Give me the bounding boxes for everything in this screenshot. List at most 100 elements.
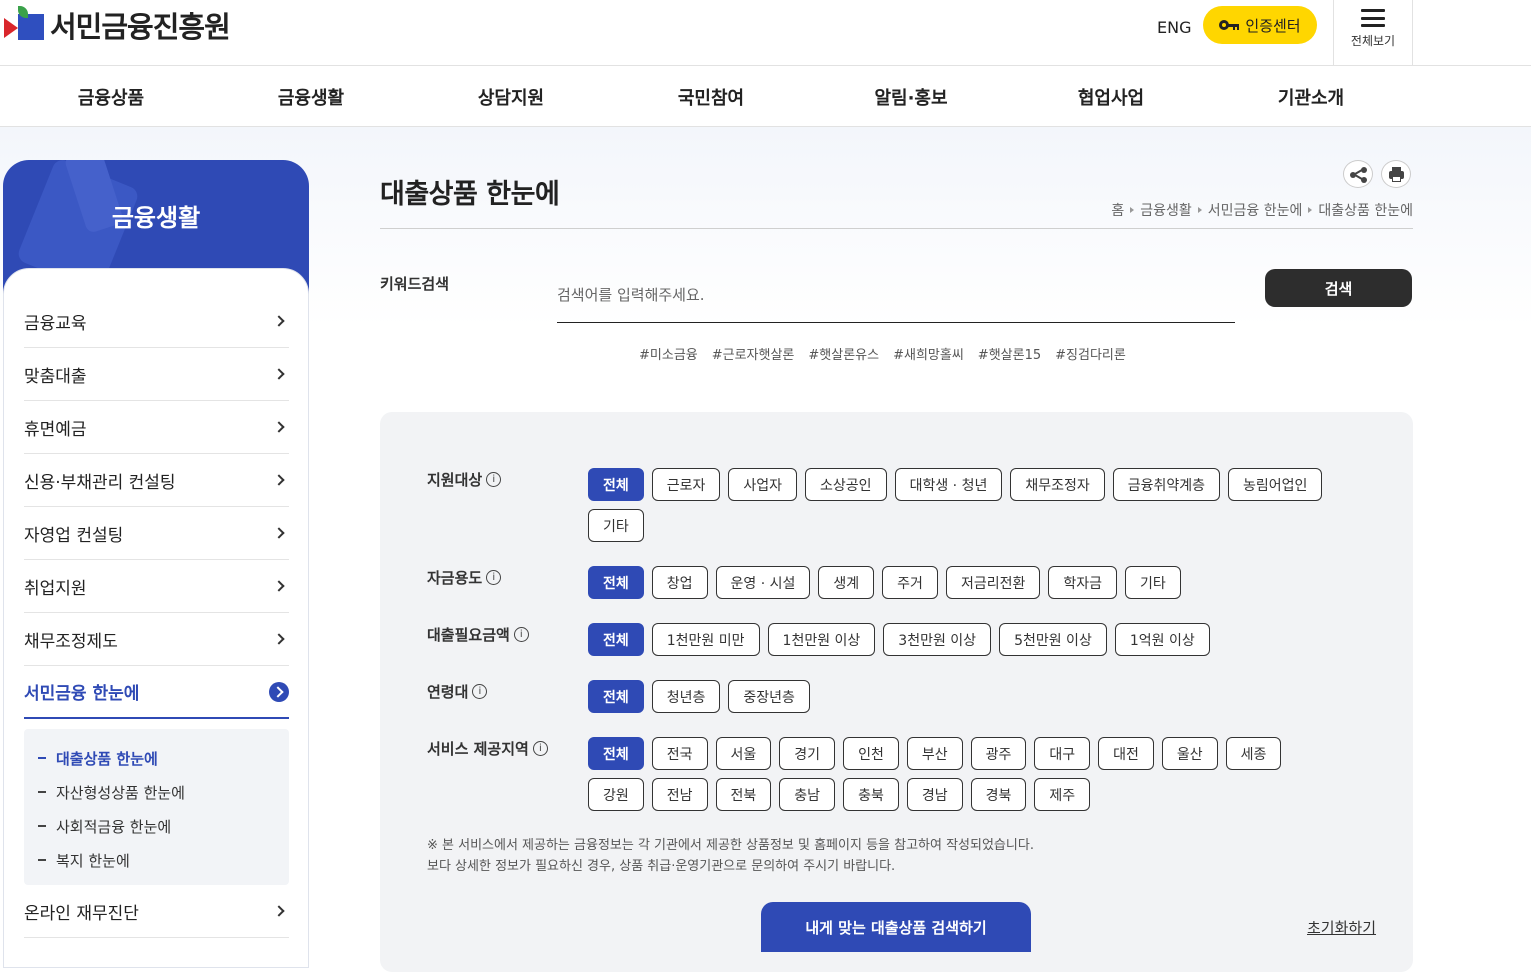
sidebar-item-label: 맞춤대출 (24, 366, 87, 387)
chip-amount[interactable]: 1천만원 미만 (651, 623, 760, 656)
hashtag-link[interactable]: #미소금융 (639, 344, 698, 363)
share-icon[interactable] (1343, 160, 1373, 188)
sidebar-item-custom-loan[interactable]: 맞춤대출 (24, 348, 289, 401)
reset-link[interactable]: 초기화하기 (1307, 917, 1376, 938)
sidebar-menu: 금융교육 맞춤대출 휴면예금 신용·부채관리 컨설팅 자영업 컨설팅 취업지원 … (3, 268, 309, 968)
chip-amount-all[interactable]: 전체 (588, 623, 644, 656)
chip-region[interactable]: 인천 (843, 737, 899, 770)
chip-purpose[interactable]: 기타 (1124, 566, 1181, 599)
page-title: 대출상품 한눈에 (380, 179, 560, 210)
breadcrumb-item[interactable]: 금융생활 (1140, 200, 1192, 220)
sidebar-item-dormant-deposit[interactable]: 휴면예금 (24, 401, 289, 454)
sidebar-item-employment[interactable]: 취업지원 (24, 560, 289, 613)
chip-purpose[interactable]: 창업 (651, 566, 708, 599)
service-notice: ※ 본 서비스에서 제공하는 금융정보는 각 기관에서 제공한 상품정보 및 홈… (427, 835, 1034, 877)
hamburger-icon (1361, 9, 1385, 27)
chip-target[interactable]: 농림어업인 (1228, 468, 1323, 501)
nav-item-financial-products[interactable]: 금융상품 (78, 84, 144, 110)
chip-purpose[interactable]: 학자금 (1048, 566, 1117, 599)
nav-item-financial-life[interactable]: 금융생활 (278, 84, 344, 110)
all-menu-button[interactable]: 전체보기 (1333, 0, 1413, 66)
sidebar-item-overview-active[interactable]: 서민금융 한눈에 (24, 666, 289, 719)
sidebar-item-credit-consulting[interactable]: 신용·부채관리 컨설팅 (24, 454, 289, 507)
chip-purpose-all[interactable]: 전체 (588, 566, 644, 599)
hashtag-link[interactable]: #햇살론유스 (808, 344, 879, 363)
chip-age[interactable]: 청년층 (651, 680, 721, 713)
chip-age-all[interactable]: 전체 (588, 680, 644, 713)
chip-purpose[interactable]: 생계 (818, 566, 875, 599)
chip-region[interactable]: 충북 (843, 778, 899, 811)
info-icon[interactable]: i (532, 741, 548, 756)
keyword-search-button[interactable]: 검색 (1265, 269, 1412, 307)
chip-region[interactable]: 제주 (1034, 778, 1091, 811)
chip-region[interactable]: 충남 (779, 778, 836, 811)
hashtag-link[interactable]: #근로자햇살론 (712, 344, 795, 363)
chip-target[interactable]: 소상공인 (805, 468, 887, 501)
chip-target-all[interactable]: 전체 (588, 468, 644, 501)
chip-region[interactable]: 서울 (715, 737, 772, 770)
search-loan-products-button[interactable]: 내게 맞는 대출상품 검색하기 (761, 902, 1031, 952)
chip-region[interactable]: 대전 (1098, 737, 1154, 770)
sidebar-item-financial-education[interactable]: 금융교육 (24, 295, 289, 348)
nav-item-about[interactable]: 기관소개 (1278, 84, 1344, 110)
breadcrumb: 홈 금융생활 서민금융 한눈에 대출상품 한눈에 (1111, 200, 1413, 220)
chip-region-all[interactable]: 전체 (588, 737, 644, 770)
chip-age[interactable]: 중장년층 (728, 680, 810, 713)
nav-item-news[interactable]: 알림·홍보 (874, 84, 947, 110)
chip-purpose[interactable]: 저금리전환 (945, 566, 1041, 599)
chip-amount[interactable]: 5천만원 이상 (999, 623, 1107, 656)
chip-region[interactable]: 부산 (906, 737, 963, 770)
chip-region[interactable]: 강원 (588, 778, 644, 811)
hashtag-link[interactable]: #햇살론15 (978, 344, 1041, 363)
chip-target[interactable]: 근로자 (651, 468, 721, 501)
chip-target[interactable]: 대학생 · 청년 (894, 468, 1003, 501)
nav-item-participation[interactable]: 국민참여 (678, 84, 744, 110)
breadcrumb-separator-icon (1308, 207, 1313, 213)
submenu-item-loan-products[interactable]: 대출상품 한눈에 (24, 741, 289, 775)
chip-amount[interactable]: 3천만원 이상 (883, 623, 992, 656)
sidebar-item-online-diagnosis[interactable]: 온라인 재무진단 (24, 885, 289, 938)
chip-amount[interactable]: 1억원 이상 (1114, 623, 1210, 656)
submenu-item-asset-products[interactable]: 자산형성상품 한눈에 (24, 775, 289, 809)
nav-item-cooperation[interactable]: 협업사업 (1078, 84, 1144, 110)
sidebar-item-label: 취업지원 (24, 578, 87, 599)
chip-region[interactable]: 전북 (715, 778, 772, 811)
info-icon[interactable]: i (486, 570, 502, 585)
chip-region[interactable]: 광주 (970, 737, 1027, 770)
print-icon[interactable] (1381, 160, 1411, 188)
chip-region[interactable]: 대구 (1034, 737, 1091, 770)
chip-target[interactable]: 금융취약계층 (1112, 468, 1221, 501)
chip-target[interactable]: 사업자 (728, 468, 798, 501)
nav-item-consulting[interactable]: 상담지원 (478, 84, 544, 110)
chip-region[interactable]: 전국 (651, 737, 708, 770)
info-icon[interactable]: i (472, 684, 488, 699)
breadcrumb-item[interactable]: 서민금융 한눈에 (1208, 200, 1303, 220)
chip-target[interactable]: 채무조정자 (1010, 468, 1105, 501)
chip-region[interactable]: 경남 (906, 778, 963, 811)
chip-region[interactable]: 경북 (970, 778, 1027, 811)
submenu-item-welfare[interactable]: 복지 한눈에 (24, 843, 289, 877)
sidebar-item-debt-adjustment[interactable]: 채무조정제도 (24, 613, 289, 666)
keyword-search-input[interactable] (557, 268, 1235, 323)
english-link[interactable]: ENG (1157, 18, 1191, 37)
chip-region[interactable]: 전남 (651, 778, 708, 811)
site-logo[interactable]: 서민금융진흥원 (4, 4, 231, 46)
chip-target[interactable]: 기타 (588, 509, 644, 542)
hashtag-link[interactable]: #새희망홀씨 (893, 344, 964, 363)
chip-region[interactable]: 경기 (779, 737, 836, 770)
filter-chips-age: 전체 청년층 중장년층 (588, 680, 1328, 713)
submenu-item-social-finance[interactable]: 사회적금융 한눈에 (24, 809, 289, 843)
chip-amount[interactable]: 1천만원 이상 (767, 623, 876, 656)
sidebar-submenu: 대출상품 한눈에 자산형성상품 한눈에 사회적금융 한눈에 복지 한눈에 (24, 729, 289, 885)
chip-region[interactable]: 세종 (1225, 737, 1282, 770)
cert-center-button[interactable]: 인증센터 (1203, 6, 1317, 44)
sidebar-item-business-consulting[interactable]: 자영업 컨설팅 (24, 507, 289, 560)
chip-purpose[interactable]: 운영 · 시설 (715, 566, 811, 599)
info-icon[interactable]: i (513, 627, 529, 642)
chip-purpose[interactable]: 주거 (882, 566, 938, 599)
info-icon[interactable]: i (486, 472, 502, 487)
breadcrumb-home[interactable]: 홈 (1111, 200, 1124, 220)
chip-region[interactable]: 울산 (1161, 737, 1218, 770)
dash-icon (38, 757, 46, 759)
hashtag-link[interactable]: #징검다리론 (1055, 344, 1126, 363)
